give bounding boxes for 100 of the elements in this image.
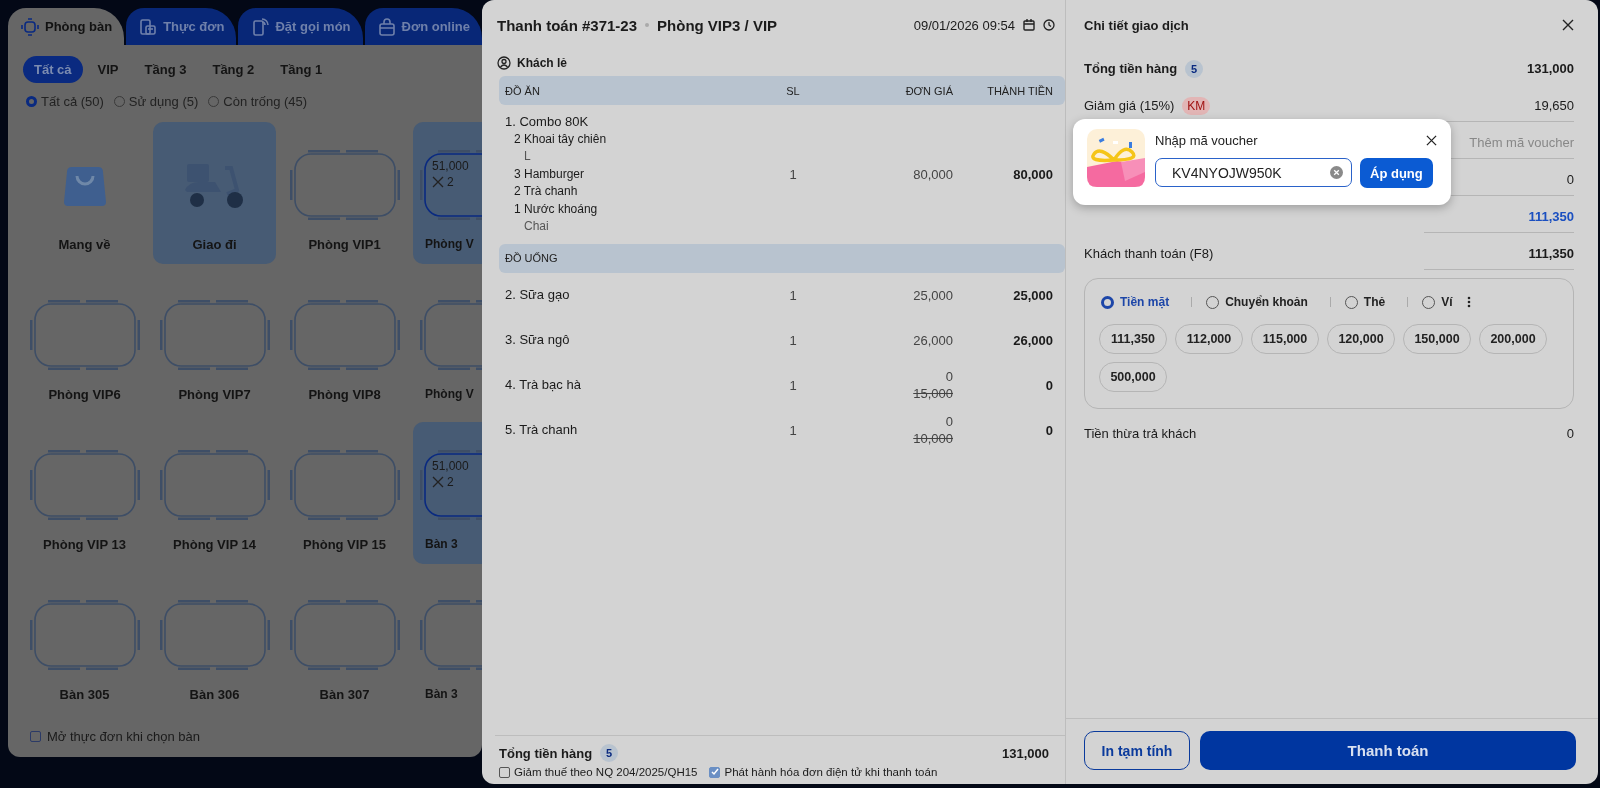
- radio-label: Chuyển khoản: [1225, 295, 1308, 309]
- clear-icon[interactable]: [1330, 166, 1343, 179]
- room-tile[interactable]: Mang về: [23, 122, 146, 264]
- row-label: Tổng tiền hàng: [1084, 61, 1178, 76]
- apply-button[interactable]: Áp dụng: [1360, 158, 1433, 188]
- total-label: Tổng tiền hàng: [499, 745, 593, 761]
- row-label: Khách thanh toán (F8): [1084, 246, 1214, 261]
- payment-method-radio[interactable]: Ví: [1422, 295, 1453, 309]
- phone-icon: [251, 17, 270, 36]
- room-tile[interactable]: 51,000 2 Bàn 3: [413, 422, 482, 564]
- radio-label: Ví: [1441, 295, 1453, 309]
- payment-method-radio[interactable]: Chuyển khoản: [1206, 295, 1308, 309]
- line-total: 80,000: [1012, 166, 1053, 182]
- room-tile[interactable]: Phòng VIP 15: [283, 422, 406, 564]
- date-time: 09/01/2026 09:54: [913, 17, 1015, 33]
- quantity-cell-text: 1: [788, 422, 798, 438]
- amount-text: 51,000: [432, 159, 469, 173]
- popup-title: Nhập mã voucher: [1155, 132, 1258, 148]
- item-name: 1. Combo 80K: [505, 113, 589, 131]
- nav-tab[interactable]: Đặt gọi món: [238, 8, 363, 45]
- panel-title: Chi tiết giao dịch: [1084, 17, 1189, 33]
- item-note: L: [524, 148, 531, 165]
- user-icon: [497, 56, 511, 70]
- checkbox[interactable]: [30, 731, 41, 742]
- nav-tab[interactable]: Phòng bàn: [8, 8, 125, 45]
- column-header: THÀNH TIỀN: [986, 84, 1053, 97]
- amount-text: 51,000: [432, 459, 469, 473]
- area-filter-tab[interactable]: Tầng 1: [269, 55, 334, 83]
- change-label: Tiền thừa trả khách: [1084, 425, 1197, 441]
- column-header: SL: [785, 84, 801, 97]
- combo-component: 2 Khoai tây chiên: [514, 130, 607, 148]
- guest-count: 2: [447, 475, 454, 489]
- checkbox-label: Phát hành hóa đơn điện tử khi thanh toán: [724, 766, 938, 778]
- promo-tag: KM: [1182, 96, 1211, 115]
- status-radio[interactable]: Tất cả (50): [26, 93, 104, 109]
- area-filter-tab[interactable]: VIP: [86, 55, 130, 83]
- room-tile[interactable]: Bàn 307: [283, 572, 406, 714]
- area-filter-tab[interactable]: Tầng 2: [201, 55, 266, 83]
- room-tile[interactable]: 51,000 2 Phòng V: [413, 122, 482, 264]
- close-icon[interactable]: [1562, 19, 1574, 31]
- checkbox[interactable]: [499, 766, 510, 778]
- paid-amount: 111,350: [1424, 237, 1574, 270]
- calendar-icon[interactable]: [1023, 19, 1035, 31]
- combo-component: 1 Nước khoáng: [514, 200, 598, 218]
- area-filter-tab[interactable]: Tầng 3: [133, 55, 198, 83]
- checkbox[interactable]: [709, 766, 721, 778]
- close-icon[interactable]: [1426, 134, 1437, 146]
- menu-book-icon: [139, 17, 158, 36]
- original-price: 15,000: [913, 385, 953, 402]
- count-badge: 5: [600, 744, 619, 762]
- payment-method-radio[interactable]: Thẻ: [1344, 295, 1386, 309]
- room-tile[interactable]: Bàn 305: [23, 572, 146, 714]
- room-tile[interactable]: Phòng VIP 14: [153, 422, 276, 564]
- room-tile[interactable]: Bàn 306: [153, 572, 276, 714]
- item-name: 2. Sữa gạo: [505, 286, 570, 304]
- table-icon: [21, 17, 39, 36]
- room-tile[interactable]: Phòng V: [413, 272, 482, 414]
- count-badge: 5: [1185, 59, 1204, 78]
- quantity-cell-text: 1: [788, 377, 798, 393]
- more-icon[interactable]: [1466, 296, 1471, 308]
- checkout-title: Thanh toán #371-23: [497, 16, 638, 34]
- section-title: ĐỒ ĂN: [505, 84, 541, 97]
- room-tile[interactable]: Giao đi: [153, 122, 276, 264]
- nav-tab[interactable]: Đơn online: [364, 8, 482, 45]
- room-tile[interactable]: Phòng VIP 13: [23, 422, 146, 564]
- quantity-cell-text: 1: [788, 332, 798, 348]
- pay-button[interactable]: Thanh toán: [1200, 731, 1576, 770]
- quantity-cell-text: 1: [788, 287, 798, 303]
- total-amount: 131,000: [1002, 745, 1049, 761]
- original-price: 10,000: [913, 430, 953, 447]
- line-total: 0: [1044, 422, 1053, 438]
- customer-name[interactable]: Khách lẻ: [517, 56, 567, 70]
- voucher-field[interactable]: Thêm mã voucher: [1424, 126, 1574, 159]
- print-button[interactable]: In tạm tính: [1084, 731, 1190, 770]
- unit-price: 26,000: [913, 331, 953, 349]
- item-note: Chai: [524, 218, 549, 235]
- room-tile[interactable]: Phòng VIP7: [153, 272, 276, 414]
- voucher-code-field[interactable]: KV4NYOJW950K: [1155, 158, 1352, 187]
- payment-method-radio[interactable]: Tiền mặt: [1101, 295, 1170, 309]
- room-tile[interactable]: Bàn 3: [413, 572, 482, 714]
- room-tile[interactable]: Phòng VIP8: [283, 272, 406, 414]
- nav-tab[interactable]: Thực đơn: [126, 8, 237, 45]
- unit-price: 25,000: [913, 286, 953, 304]
- area-filter-tab[interactable]: Tất cả: [23, 55, 83, 83]
- change-amount: 0: [1566, 425, 1574, 441]
- item-name: 3. Sữa ngô: [505, 331, 570, 349]
- row-value: 131,000: [1526, 60, 1574, 78]
- unit-price: 80,000: [913, 165, 953, 183]
- room-tile[interactable]: Phòng VIP6: [23, 272, 146, 414]
- section-title: ĐỒ UỐNG: [505, 252, 559, 264]
- column-header: ĐƠN GIÁ: [904, 84, 953, 97]
- shopping-bag-icon: [62, 164, 107, 206]
- status-radio[interactable]: Sử dụng (5): [113, 93, 199, 109]
- clock-icon[interactable]: [1043, 19, 1055, 31]
- combo-component: 2 Trà chanh: [514, 183, 578, 200]
- room-tile[interactable]: Phòng VIP1: [283, 122, 406, 264]
- item-name: 5. Trà chanh: [505, 421, 578, 439]
- checkbox-label: Giảm thuế theo NQ 204/2025/QH15: [514, 766, 698, 778]
- unit-price: 0: [945, 413, 953, 430]
- radio-label: Thẻ: [1363, 295, 1386, 309]
